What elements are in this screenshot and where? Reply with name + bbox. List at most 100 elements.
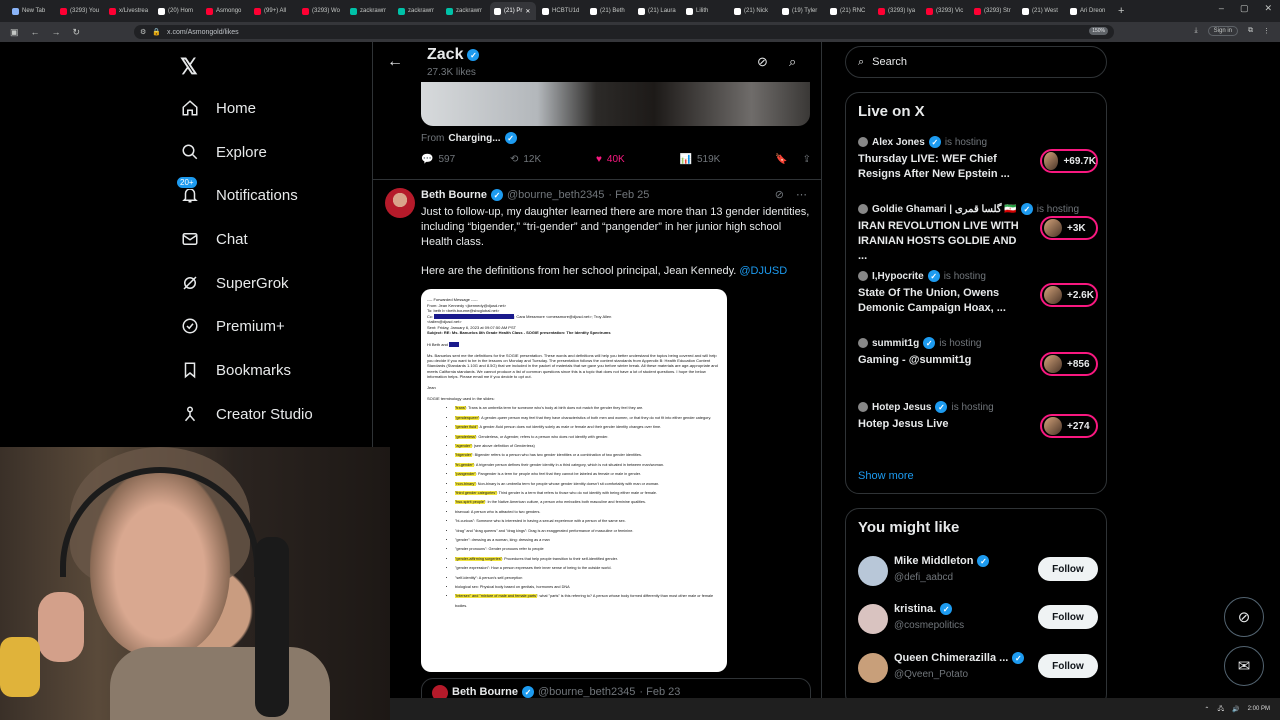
browser-tab[interactable]: Lilith <box>682 2 728 20</box>
live-listeners-pill[interactable]: +856 <box>1040 352 1098 376</box>
share-icon[interactable]: ⇪ <box>803 154 811 165</box>
reload-icon[interactable]: ↻ <box>73 27 81 38</box>
browser-tab[interactable]: (3293) Vic <box>922 2 968 20</box>
email-screenshot-image[interactable]: ---- Forwarded Message ----- From: Jean … <box>421 289 727 672</box>
grok-explain-icon[interactable]: ⊘ <box>775 188 784 201</box>
search-input[interactable]: ⌕ Search <box>845 46 1107 78</box>
messages-fab-icon[interactable]: ✉ <box>1224 646 1264 686</box>
avatar[interactable] <box>385 188 415 218</box>
tray-icon[interactable]: ⌃ <box>1204 706 1209 713</box>
live-item[interactable]: summit1g ✓ is hosting Gaming - @summit1g +85… <box>858 337 1098 376</box>
from-name[interactable]: Charging... <box>448 133 500 144</box>
suggested-user[interactable]: Queen Chimerazilla ... ✓ @Qveen_Potato Foll… <box>858 652 1098 686</box>
url-field[interactable]: ⚙ 🔒 x.com/Asmongold/likes 150% <box>134 25 1114 39</box>
suggested-user[interactable]: kristina. ✓ @cosmepolitics Follow <box>858 603 1098 637</box>
browser-tab[interactable]: (3293) You <box>56 2 103 20</box>
zoom-indicator[interactable]: 150% <box>1089 27 1108 35</box>
live-listeners-pill[interactable]: +69.7K <box>1040 149 1098 173</box>
tweet-date[interactable]: · Feb 25 <box>608 189 649 201</box>
nav-supergrok[interactable]: SuperGrok <box>180 273 289 293</box>
browser-tab[interactable]: Asmongo <box>202 2 248 20</box>
live-listeners-pill[interactable]: +2.6K <box>1040 283 1098 307</box>
clock[interactable]: 2:00 PM <box>1248 706 1270 712</box>
repost-button[interactable]: ⟲ 12K <box>510 154 541 165</box>
volume-icon[interactable]: 🔊 <box>1232 706 1239 713</box>
browser-tab[interactable]: zackrawrr <box>346 2 392 20</box>
forward-icon[interactable]: → <box>52 27 61 38</box>
network-icon[interactable]: 🖧 <box>1217 704 1224 714</box>
author-name[interactable]: Beth Bourne <box>421 189 487 201</box>
email-greeting: Hi Beth and <box>427 342 721 347</box>
live-item[interactable]: Goldie Ghamari | گلسا قمری 🇮🇷 ✓ is hosting… <box>858 203 1098 264</box>
grok-analyze-icon[interactable]: ⊘ <box>757 54 768 70</box>
extensions-icon[interactable]: ⧉ <box>1248 27 1253 35</box>
like-button[interactable]: ♥ 40K <box>596 154 625 165</box>
nav-home[interactable]: Home <box>180 98 256 118</box>
sidebar-toggle-icon[interactable]: ▣ <box>10 27 19 38</box>
browser-tab[interactable]: (21) Nick <box>730 2 776 20</box>
browser-tab[interactable]: (21) RNC <box>826 2 872 20</box>
grok-fab-icon[interactable]: ⊘ <box>1224 597 1264 637</box>
bell-icon: 20+ <box>176 176 200 205</box>
browser-tab[interactable]: zackrawrr <box>442 2 488 20</box>
sign-in-button[interactable]: Sign in <box>1207 26 1238 36</box>
follow-button[interactable]: Follow <box>1038 557 1098 581</box>
browser-tab[interactable]: (3293) Wo <box>298 2 344 20</box>
browser-tab[interactable]: New Tab <box>8 2 54 20</box>
suggested-user[interactable]: Mike Middleton ✓ @defi_aabcd Follow <box>858 555 1098 589</box>
browser-tab[interactable]: zackrawrr <box>394 2 440 20</box>
back-arrow-icon[interactable]: ← <box>387 53 403 71</box>
term-highlight: "intersex" and "mixture of male and fema… <box>455 594 538 599</box>
nav-notifications[interactable]: 20+ Notifications <box>176 176 298 205</box>
close-window-icon[interactable]: ✕ <box>1264 3 1272 14</box>
avatar[interactable] <box>858 556 888 586</box>
live-item[interactable]: Hotep Jesus ✓ is hosting Hotep Jesus Live +2… <box>858 401 1098 438</box>
nav-explore[interactable]: Explore <box>180 142 267 162</box>
back-icon[interactable]: ← <box>31 27 40 38</box>
nav-chat[interactable]: Chat <box>180 229 248 249</box>
bookmark-icon[interactable]: 🔖 <box>775 154 787 165</box>
maximize-icon[interactable]: ▢ <box>1240 3 1249 14</box>
nav-creator-studio[interactable]: Creator Studio <box>180 404 313 424</box>
follow-button[interactable]: Follow <box>1038 654 1098 678</box>
nav-bookmarks[interactable]: Bookmarks <box>180 360 291 380</box>
views-button[interactable]: 📊 519K <box>680 154 721 165</box>
menu-icon[interactable]: ⋮ <box>1263 27 1270 35</box>
nav-premium[interactable]: Premium+ <box>180 316 285 336</box>
term-highlight: "genderless" <box>455 434 477 439</box>
live-listeners-pill[interactable]: +274 <box>1040 414 1098 438</box>
mention-link[interactable]: @DJUSD <box>739 265 787 277</box>
site-info-icon[interactable]: ⚙ <box>140 28 146 36</box>
avatar[interactable] <box>858 604 888 634</box>
browser-tab[interactable]: (3293) Iya <box>874 2 920 20</box>
browser-tab[interactable]: (21) Beth <box>586 2 632 20</box>
reply-button[interactable]: 💬 597 <box>421 154 455 165</box>
more-icon[interactable]: ⋯ <box>796 188 807 201</box>
previous-tweet-media[interactable] <box>421 82 810 126</box>
live-item[interactable]: Alex Jones ✓ is hosting Thursday LIVE: WEF … <box>858 136 1098 182</box>
close-tab-icon[interactable]: ✕ <box>525 8 530 15</box>
follow-button[interactable]: Follow <box>1038 605 1098 629</box>
minimize-icon[interactable]: – <box>1219 3 1224 14</box>
live-listeners-pill[interactable]: +3K <box>1040 216 1098 240</box>
tab-label: HCBTU1d <box>552 8 580 14</box>
browser-tab[interactable]: HCBTU1d <box>538 2 584 20</box>
browser-tab[interactable]: (21) West <box>1018 2 1064 20</box>
browser-tab[interactable]: (21) Laura <box>634 2 680 20</box>
author-handle[interactable]: @bourne_beth2345 <box>507 189 604 201</box>
browser-tab[interactable]: (19) Tyler <box>778 2 824 20</box>
avatar[interactable] <box>858 653 888 683</box>
browser-tab[interactable]: Ari Dreon <box>1066 2 1112 20</box>
browser-tab[interactable]: (99+) All <box>250 2 296 20</box>
new-tab-icon[interactable]: + <box>1118 5 1124 17</box>
you-might-like-title: You might like <box>858 519 960 536</box>
download-icon[interactable]: ⤓ <box>1195 27 1198 35</box>
browser-tab[interactable]: (20) Hom <box>154 2 200 20</box>
x-logo-icon[interactable]: 𝕏 <box>180 54 198 80</box>
search-icon[interactable]: ⌕ <box>789 54 796 70</box>
live-item[interactable]: I,Hypocrite ✓ is hosting State Of The Union… <box>858 270 1098 316</box>
browser-tab[interactable]: x/Livestrea <box>105 2 152 20</box>
browser-tab[interactable]: (21) Pr ✕ <box>490 2 537 20</box>
show-more-link[interactable]: Show more <box>858 470 914 482</box>
browser-tab[interactable]: (3293) Str <box>970 2 1016 20</box>
